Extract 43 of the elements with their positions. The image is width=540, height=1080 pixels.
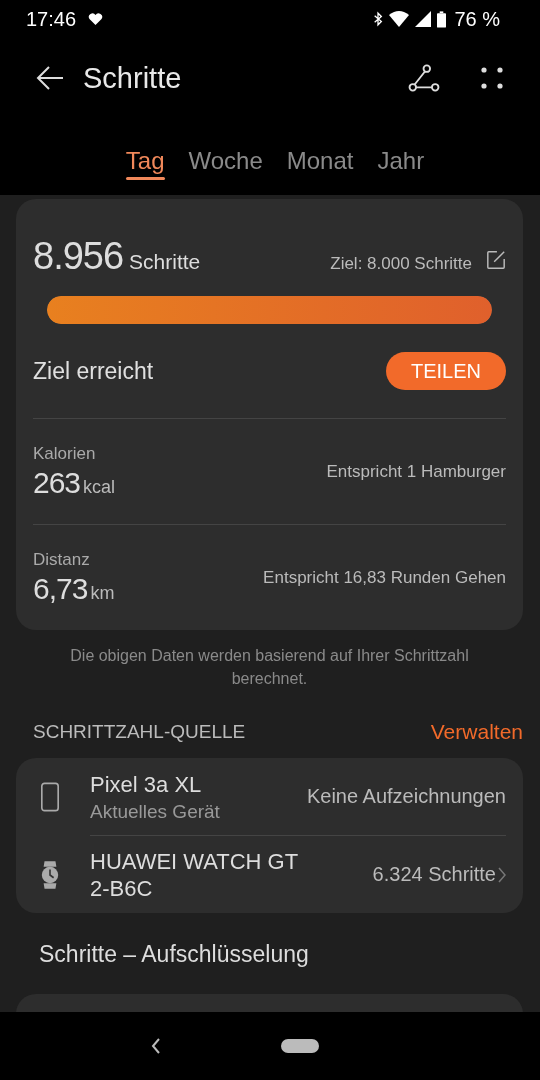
more-icon[interactable] <box>480 66 504 90</box>
metric-label: Distanz <box>33 549 91 570</box>
home-pill[interactable] <box>281 1039 319 1053</box>
status-time: 17:46 <box>26 7 77 31</box>
step-count: 8.956 <box>33 235 124 278</box>
data-note: Die obigen Daten werden basierend auf Ihrer Schrittzahl berechnet. <box>69 646 470 689</box>
device-steps: Keine Aufzeichnungen <box>306 785 506 808</box>
metric-unit: kcal <box>83 476 116 498</box>
section-heading: SCHRITTZAHL-QUELLE <box>33 721 246 743</box>
phone-icon <box>40 781 60 813</box>
metric-unit: km <box>90 582 115 604</box>
share-button[interactable]: TEILEN <box>385 352 506 390</box>
chevron-icon[interactable] <box>498 866 506 883</box>
period-tab[interactable]: Tag <box>114 118 176 180</box>
metric-value: 263 <box>33 465 81 500</box>
breakdown-title: Schritte – Aufschlüsselung <box>39 941 310 968</box>
watch-icon <box>40 858 60 891</box>
bluetooth-icon <box>373 11 384 27</box>
heart-icon <box>88 12 104 26</box>
manage-link[interactable]: Verwalten <box>430 720 523 744</box>
back-icon[interactable] <box>151 1038 161 1054</box>
edit-icon[interactable] <box>486 249 506 270</box>
period-tab[interactable]: Jahr <box>366 118 436 180</box>
device-steps: 6.324 Schritte <box>372 863 496 886</box>
device-name: HUAWEI WATCH GT 2-B6C <box>90 847 299 902</box>
page-title: Schritte <box>83 61 182 95</box>
battery-percent: 76 % <box>454 7 500 31</box>
goal-status: Ziel erreicht <box>33 357 154 385</box>
period-tab[interactable]: Monat <box>275 118 365 180</box>
device-subtitle: Aktuelles Gerät <box>90 800 221 823</box>
device-name: Pixel 3a XL <box>90 770 203 798</box>
signal-icon <box>415 11 432 27</box>
metric-value: 6,73 <box>33 571 88 606</box>
wifi-icon <box>389 11 410 27</box>
goal-label: Ziel: 8.000 Schritte <box>330 254 472 274</box>
back-arrow-icon[interactable] <box>35 65 65 91</box>
metric-label: Kalorien <box>33 443 97 464</box>
period-tab[interactable]: Woche <box>177 118 274 180</box>
metric-equivalent: Entspricht 1 Hamburger <box>326 461 506 482</box>
metric-equivalent: Entspricht 16,83 Runden Gehen <box>263 567 506 588</box>
step-unit: Schritte <box>129 250 201 274</box>
battery-icon <box>437 10 447 28</box>
route-icon[interactable] <box>408 64 440 92</box>
